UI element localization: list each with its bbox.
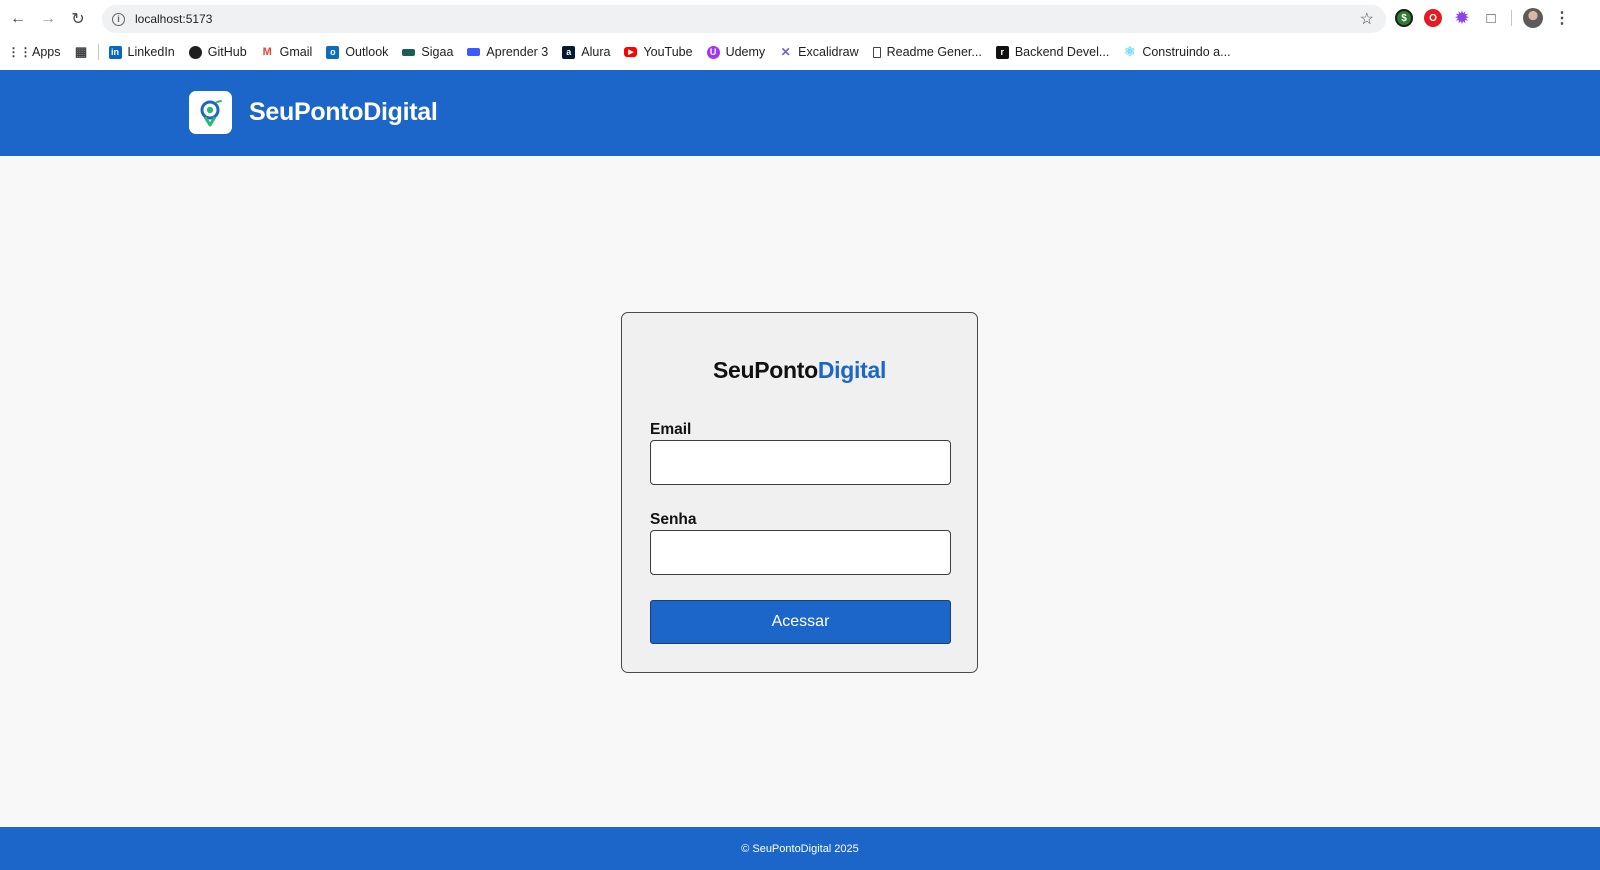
bookmark-construindo[interactable]: ⚛ Construindo a... xyxy=(1116,40,1237,64)
tab-groups-icon[interactable]: ▦ xyxy=(68,40,95,64)
browser-chrome: ← → ↻ i localhost:5173 ☆ $ O ✹ □ ⋮ ⋮⋮ Ap… xyxy=(0,0,1600,70)
linkedin-icon: in xyxy=(108,45,122,59)
roadmap-icon: r xyxy=(995,45,1009,59)
bookmark-label: Outlook xyxy=(345,45,389,59)
bookmark-label: LinkedIn xyxy=(127,45,175,59)
bookmark-youtube[interactable]: ▶ YouTube xyxy=(617,40,699,64)
password-label: Senha xyxy=(650,511,697,528)
forward-icon[interactable]: → xyxy=(33,4,63,34)
bookmark-apps[interactable]: ⋮⋮ Apps xyxy=(6,40,68,64)
alura-icon: a xyxy=(562,45,576,59)
reload-icon[interactable]: ↻ xyxy=(63,4,93,34)
password-field[interactable] xyxy=(650,530,951,575)
bookmark-udemy[interactable]: U Udemy xyxy=(700,40,773,64)
bookmark-label: Alura xyxy=(581,45,611,59)
site-info-icon[interactable]: i xyxy=(112,12,125,26)
tab-grid-icon: ▦ xyxy=(74,44,88,59)
bookmarks-bar: ⋮⋮ Apps ▦ in LinkedIn GitHub M Gmail o O… xyxy=(0,40,1600,64)
react-icon: ⚛ xyxy=(1123,44,1136,59)
bookmark-backend[interactable]: r Backend Devel... xyxy=(989,40,1117,64)
udemy-icon: U xyxy=(706,45,720,59)
location-pin-icon xyxy=(200,99,222,126)
footer-copyright: © SeuPontoDigital 2025 xyxy=(741,842,859,855)
login-title-main: SeuPonto xyxy=(712,357,818,383)
back-icon[interactable]: ← xyxy=(3,4,33,34)
browser-menu-icon[interactable]: ⋮ xyxy=(1554,8,1570,28)
bookmark-excalidraw[interactable]: ✕ Excalidraw xyxy=(772,40,865,64)
login-title: SeuPontoDigital xyxy=(622,357,977,384)
bookmark-label: Aprender 3 xyxy=(486,45,549,59)
excalidraw-icon: ✕ xyxy=(780,45,791,59)
github-icon xyxy=(188,45,202,59)
outlook-icon: o xyxy=(326,45,340,59)
gear-extension-icon[interactable]: ✹ xyxy=(1453,9,1471,27)
bookmark-aprender[interactable]: Aprender 3 xyxy=(460,40,555,64)
bookmark-label: Udemy xyxy=(725,45,766,59)
bookmark-readme[interactable]: Readme Gener... xyxy=(866,40,989,64)
bookmarks-divider xyxy=(97,44,99,60)
apps-grid-icon: ⋮⋮ xyxy=(7,45,32,59)
dollar-extension-icon[interactable]: $ xyxy=(1395,9,1413,27)
bookmark-label: Readme Gener... xyxy=(886,45,982,59)
email-field[interactable] xyxy=(650,440,951,485)
address-bar[interactable]: i localhost:5173 ☆ xyxy=(102,5,1386,33)
bookmark-outlook[interactable]: o Outlook xyxy=(319,40,395,64)
sigaa-icon xyxy=(402,48,416,56)
bookmark-label: Sigaa xyxy=(421,45,454,59)
bookmark-label: YouTube xyxy=(643,45,693,59)
bookmark-label: Construindo a... xyxy=(1142,45,1231,59)
opera-extension-icon[interactable]: O xyxy=(1424,9,1442,27)
login-submit-button[interactable]: Acessar xyxy=(650,600,951,644)
extensions-puzzle-icon[interactable]: □ xyxy=(1482,9,1500,27)
bookmark-star-icon[interactable]: ☆ xyxy=(1360,9,1374,29)
gmail-icon: M xyxy=(262,46,272,58)
login-card: SeuPontoDigital Email Senha Acessar xyxy=(621,312,978,673)
bookmark-label: Excalidraw xyxy=(798,45,859,59)
bookmark-label: Backend Devel... xyxy=(1014,45,1110,59)
profile-avatar[interactable] xyxy=(1523,8,1543,28)
app-logo[interactable] xyxy=(189,91,232,134)
app-brand-name[interactable]: SeuPontoDigital xyxy=(249,98,438,127)
email-label: Email xyxy=(650,421,692,438)
app-header: SeuPontoDigital xyxy=(0,70,1600,156)
bookmark-linkedin[interactable]: in LinkedIn xyxy=(102,40,182,64)
browser-toolbar: ← → ↻ i localhost:5173 ☆ $ O ✹ □ ⋮ xyxy=(0,0,1600,38)
url-text[interactable]: localhost:5173 xyxy=(135,12,212,26)
bookmark-sigaa[interactable]: Sigaa xyxy=(395,40,460,64)
bookmark-alura[interactable]: a Alura xyxy=(555,40,617,64)
bookmark-gmail[interactable]: M Gmail xyxy=(254,40,320,64)
bookmark-github[interactable]: GitHub xyxy=(182,40,254,64)
youtube-icon: ▶ xyxy=(624,47,638,57)
bookmark-label: GitHub xyxy=(207,45,247,59)
bookmark-label: Apps xyxy=(32,45,61,59)
toolbar-divider xyxy=(1511,10,1512,26)
readme-icon xyxy=(872,46,881,58)
app-footer: © SeuPontoDigital 2025 xyxy=(0,827,1600,870)
aprender-icon xyxy=(467,48,481,56)
extensions-area: $ O ✹ □ ⋮ xyxy=(1395,8,1570,28)
bookmark-label: Gmail xyxy=(279,45,313,59)
login-title-accent: Digital xyxy=(817,357,887,383)
